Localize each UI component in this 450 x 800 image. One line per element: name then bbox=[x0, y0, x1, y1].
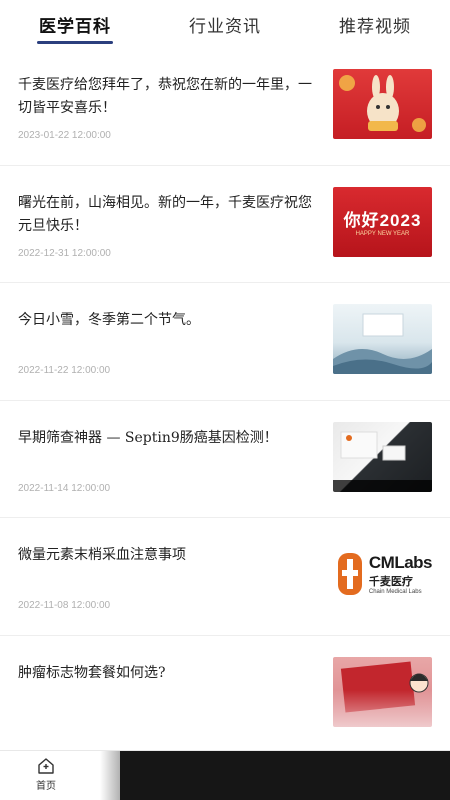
article-date: 2022-11-22 12:00:00 bbox=[18, 365, 111, 376]
bottom-navigation: 首页 bbox=[0, 750, 450, 800]
article-date: 2022-11-14 12:00:00 bbox=[18, 482, 111, 494]
tab-industry-news[interactable]: 行业资讯 bbox=[150, 0, 300, 48]
thumb-subtext: HAPPY NEW YEAR bbox=[355, 230, 410, 237]
logo-chinese: 千麦医疗 bbox=[368, 575, 413, 588]
tumor-marker-image bbox=[333, 656, 432, 727]
thumb-headline: 你好2023 bbox=[343, 210, 422, 230]
tab-medical-encyclopedia[interactable]: 医学百科 bbox=[0, 0, 150, 48]
septin9-product-image bbox=[333, 421, 432, 492]
article-date: 2022-11-08 12:00:00 bbox=[18, 600, 111, 611]
rabbit-illustration-icon bbox=[339, 75, 426, 132]
logo-subtitle: Chain Medical Labs bbox=[368, 589, 422, 595]
article-title: 曙光在前，山海相见。新的一年，千麦医疗祝您元旦快乐！ bbox=[18, 194, 312, 234]
home-icon bbox=[38, 758, 54, 774]
article-title: 肿瘤标志物套餐如何选? bbox=[18, 664, 166, 681]
nav-home-button[interactable]: 首页 bbox=[24, 757, 68, 792]
tab-label: 医学百科 bbox=[39, 16, 111, 37]
tab-label: 行业资讯 bbox=[189, 16, 261, 37]
list-item[interactable]: 千麦医疗给您拜年了，恭祝您在新的一年里，一切皆平安喜乐！ 2023-01-22 … bbox=[0, 48, 450, 166]
new-year-rabbit-image bbox=[333, 69, 432, 139]
active-tab-indicator bbox=[37, 41, 113, 44]
cmlabs-mark-icon bbox=[335, 550, 365, 598]
article-title: 今日小雪，冬季第二个节气。 bbox=[18, 312, 200, 328]
list-item[interactable]: 微量元素末梢采血注意事项 2022-11-08 12:00:00 CMLabs … bbox=[0, 518, 450, 636]
person-illustration-icon bbox=[409, 673, 429, 692]
cmlabs-logo-image: CMLabs 千麦医疗 Chain Medical Labs bbox=[333, 539, 432, 609]
tab-recommended-videos[interactable]: 推荐视频 bbox=[300, 0, 450, 48]
thumb-caption bbox=[333, 479, 432, 492]
light-snow-image bbox=[333, 304, 432, 374]
article-list: 千麦医疗给您拜年了，恭祝您在新的一年里，一切皆平安喜乐！ 2023-01-22 … bbox=[0, 48, 450, 750]
article-title: 千麦医疗给您拜年了，恭祝您在新的一年里，一切皆平安喜乐！ bbox=[18, 77, 312, 116]
list-item[interactable]: 肿瘤标志物套餐如何选? bbox=[0, 636, 450, 751]
list-item[interactable]: 曙光在前，山海相见。新的一年，千麦医疗祝您元旦快乐！ 2022-12-31 12… bbox=[0, 166, 450, 283]
hello-2023-image: 你好2023 HAPPY NEW YEAR bbox=[333, 186, 432, 257]
article-title: 微量元素末梢采血注意事项 bbox=[18, 547, 186, 563]
list-item[interactable]: 今日小雪，冬季第二个节气。 2022-11-22 12:00:00 bbox=[0, 283, 450, 401]
tab-bar: 医学百科 行业资讯 推荐视频 bbox=[0, 0, 450, 48]
logo-english: CMLabs bbox=[368, 553, 432, 572]
article-date: 2022-12-31 12:00:00 bbox=[18, 247, 111, 259]
article-title: 早期筛查神器 — Septin9肠癌基因检测！ bbox=[18, 429, 278, 446]
article-date: 2023-01-22 12:00:00 bbox=[18, 130, 111, 141]
tab-label: 推荐视频 bbox=[339, 16, 411, 37]
snow-landscape-icon bbox=[333, 313, 432, 374]
list-item[interactable]: 早期筛查神器 — Septin9肠癌基因检测！ 2022-11-14 12:00… bbox=[0, 401, 450, 518]
nav-dark-overlay bbox=[120, 751, 450, 800]
nav-home-label: 首页 bbox=[36, 781, 56, 792]
